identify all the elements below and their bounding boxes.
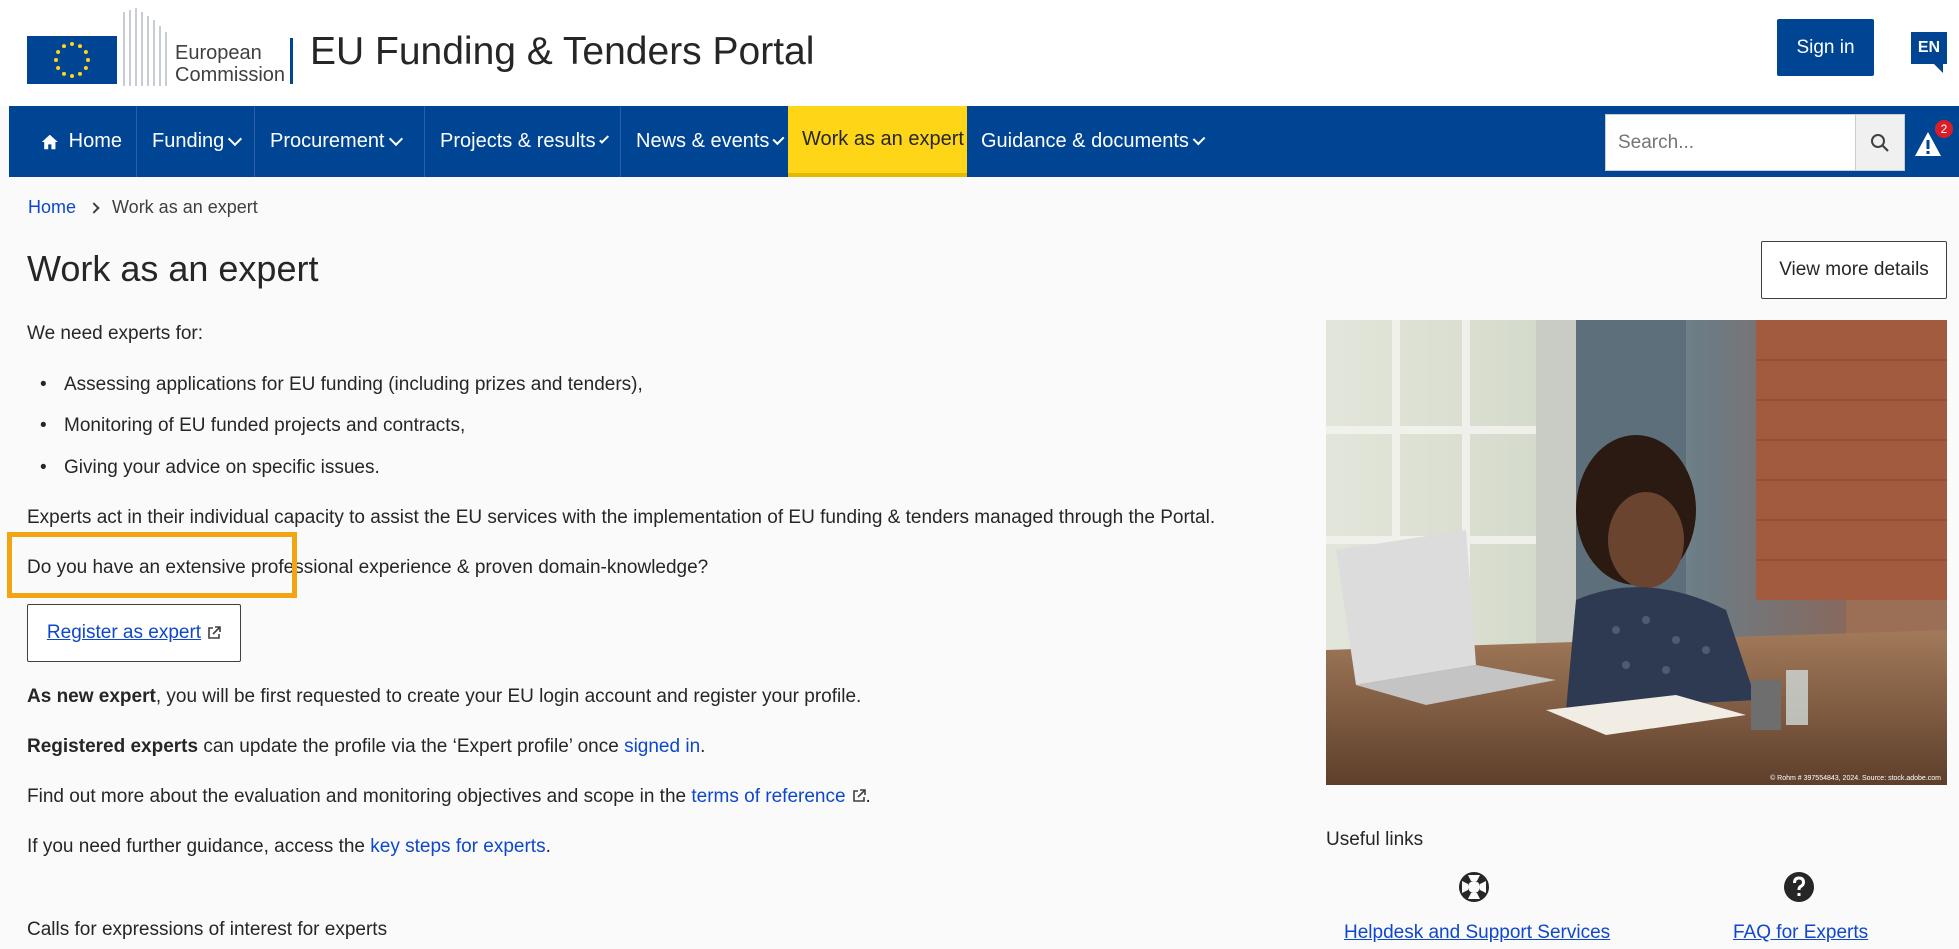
nav-label-guidance-documents: Guidance & documents bbox=[981, 130, 1189, 152]
nav-item-home[interactable]: Home bbox=[9, 106, 137, 177]
find-out-text: Find out more about the evaluation and m… bbox=[27, 786, 692, 807]
portal-title[interactable]: EU Funding & Tenders Portal bbox=[310, 30, 814, 74]
terms-of-reference-text: Find out more about the evaluation and m… bbox=[27, 786, 871, 807]
list-item: Monitoring of EU funded projects and con… bbox=[40, 415, 465, 437]
logo-text-european: European bbox=[175, 42, 262, 64]
page-title: Work as an expert bbox=[27, 248, 319, 289]
list-item: Giving your advice on specific issues. bbox=[40, 457, 380, 479]
nav-item-guidance-documents[interactable]: Guidance & documents bbox=[967, 106, 1217, 177]
intro-text: We need experts for: bbox=[27, 323, 204, 344]
list-item: Assessing applications for EU funding (i… bbox=[40, 374, 643, 396]
notification-count-badge: 2 bbox=[1935, 120, 1953, 138]
logo-separator bbox=[290, 38, 293, 84]
nav-item-news-events[interactable]: News & events bbox=[622, 106, 797, 177]
search-button[interactable] bbox=[1855, 114, 1905, 171]
register-as-expert-button[interactable]: Register as expert bbox=[27, 604, 241, 662]
guidance-intro: If you need further guidance, access the bbox=[27, 836, 371, 857]
chevron-down-icon bbox=[228, 131, 243, 146]
nav-label-projects-results: Projects & results bbox=[440, 130, 596, 152]
external-link-icon bbox=[852, 789, 866, 802]
registered-experts-text: Registered experts can update the profil… bbox=[27, 736, 706, 757]
new-expert-rest: , you will be first requested to create … bbox=[155, 686, 862, 707]
registered-experts-rest: can update the profile via the ‘Expert p… bbox=[198, 736, 625, 757]
breadcrumb-home-link[interactable]: Home bbox=[28, 197, 76, 218]
lifebuoy-icon[interactable] bbox=[1457, 870, 1491, 904]
view-more-details-button[interactable]: View more details bbox=[1761, 241, 1947, 299]
chevron-down-icon bbox=[388, 131, 403, 146]
nav-label-work-as-expert: Work as an expert bbox=[802, 128, 964, 150]
nav-label-news-events: News & events bbox=[636, 130, 770, 152]
nav-label-home: Home bbox=[68, 130, 122, 152]
search-input[interactable] bbox=[1605, 114, 1857, 171]
nav-item-work-as-expert[interactable]: Work as an expert bbox=[788, 106, 967, 177]
external-link-icon bbox=[208, 626, 221, 639]
registered-experts-bold: Registered experts bbox=[27, 736, 199, 757]
breadcrumb: Home Work as an expert bbox=[28, 197, 258, 218]
capacity-text: Experts act in their individual capacity… bbox=[27, 507, 1216, 528]
guidance-text: If you need further guidance, access the… bbox=[27, 836, 551, 857]
photo-credit: © Rohm # 397554843, 2024. Source: stock.… bbox=[1770, 775, 1941, 782]
eu-flag-icon bbox=[27, 36, 117, 84]
sign-in-button[interactable]: Sign in bbox=[1777, 19, 1874, 76]
helpdesk-link[interactable]: Helpdesk and Support Services bbox=[1344, 922, 1610, 944]
nav-item-funding[interactable]: Funding bbox=[138, 106, 255, 177]
breadcrumb-current: Work as an expert bbox=[112, 197, 258, 217]
site-header: European Commission EU Funding & Tenders… bbox=[0, 0, 1959, 106]
nav-item-procurement[interactable]: Procurement bbox=[256, 106, 425, 177]
signed-in-link[interactable]: signed in bbox=[624, 736, 700, 757]
new-expert-text: As new expert, you will be first request… bbox=[27, 686, 861, 708]
main-navigation: Home Funding Procurement Projects & resu… bbox=[9, 106, 1959, 177]
chevron-down-icon bbox=[772, 132, 785, 145]
register-label: Register as expert bbox=[46, 622, 202, 643]
question-icon[interactable] bbox=[1782, 870, 1816, 904]
new-expert-bold: As new expert bbox=[27, 686, 156, 707]
expert-photo: © Rohm # 397554843, 2024. Source: stock.… bbox=[1326, 320, 1947, 785]
chevron-down-icon bbox=[598, 133, 609, 144]
useful-links-title: Useful links bbox=[1326, 829, 1424, 850]
home-icon bbox=[41, 134, 58, 149]
logo-text-commission: Commission bbox=[175, 64, 286, 86]
highlight-box bbox=[7, 532, 297, 598]
chevron-down-icon bbox=[1192, 132, 1206, 145]
nav-item-projects-results[interactable]: Projects & results bbox=[426, 106, 621, 177]
key-steps-link[interactable]: key steps for experts bbox=[370, 836, 545, 857]
faq-for-experts-link[interactable]: FAQ for Experts bbox=[1733, 922, 1868, 944]
nav-label-procurement: Procurement bbox=[270, 130, 385, 152]
european-commission-logo[interactable]: European Commission bbox=[27, 8, 285, 88]
calls-heading: Calls for expressions of interest for ex… bbox=[27, 919, 388, 940]
terms-of-reference-link[interactable]: terms of reference bbox=[691, 786, 845, 807]
language-selector[interactable]: EN bbox=[1911, 32, 1947, 73]
chevron-right-icon bbox=[88, 201, 100, 214]
search-icon bbox=[1871, 133, 1889, 152]
nav-label-funding: Funding bbox=[152, 130, 225, 152]
